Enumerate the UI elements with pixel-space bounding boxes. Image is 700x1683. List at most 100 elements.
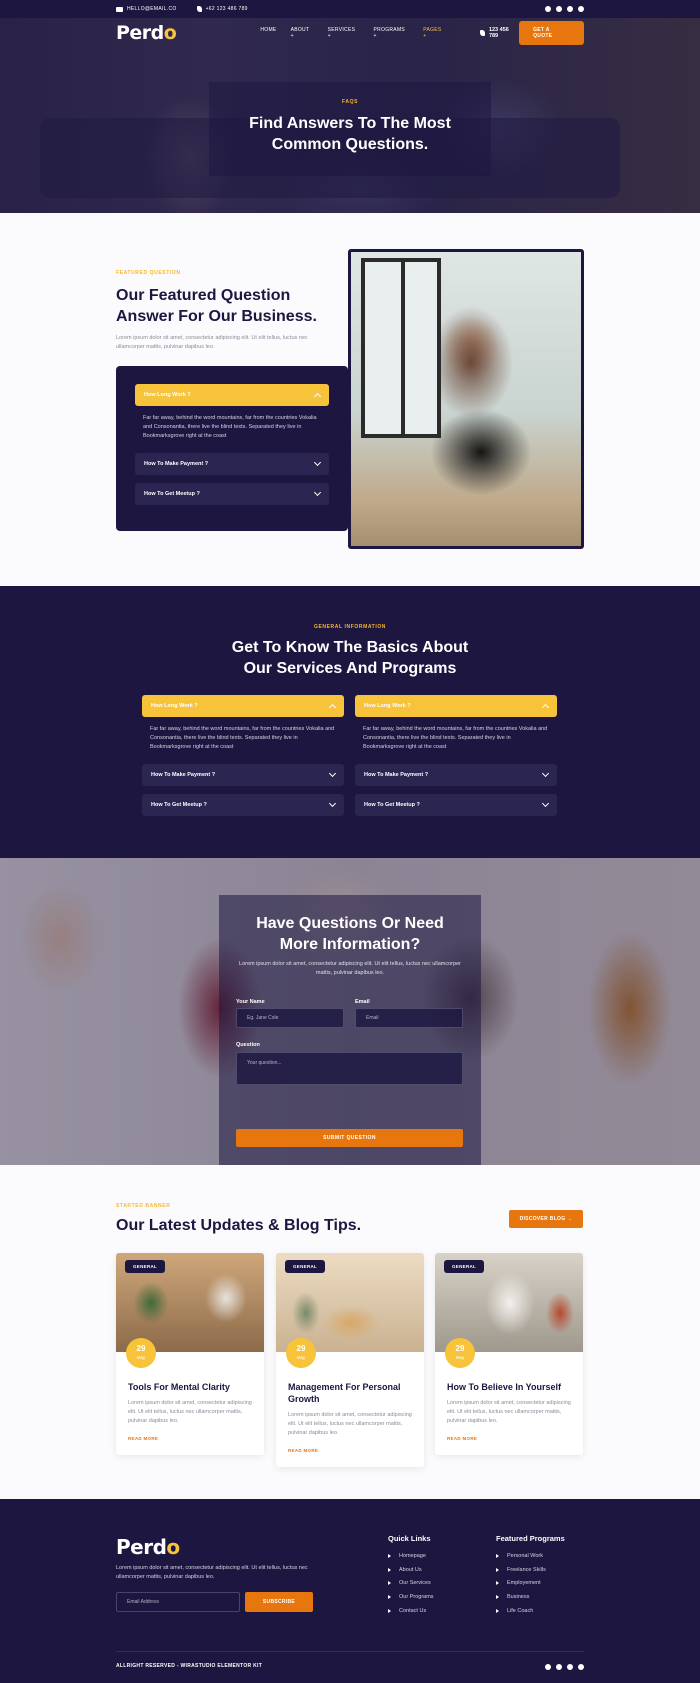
logo[interactable]: Perdo	[116, 22, 177, 44]
twitter-icon[interactable]	[556, 1664, 562, 1670]
twitter-icon[interactable]	[556, 6, 562, 12]
featured-programs: Featured Programs Personal Work Freelanc…	[496, 1534, 565, 1617]
get-quote-button[interactable]: GET A QUOTE	[519, 21, 584, 45]
chevron-up-icon	[328, 703, 337, 712]
nav-item-programs[interactable]: PROGRAMS +	[373, 27, 409, 39]
footer-link[interactable]: Contact Us	[388, 1604, 434, 1618]
faq-question-text: How To Get Meetup ?	[151, 802, 207, 808]
blog-date-day: 29	[455, 1344, 465, 1353]
faq-question[interactable]: How To Get Meetup ?	[355, 794, 557, 816]
footer-link[interactable]: Business	[496, 1590, 565, 1604]
hero-box: FAQS Find Answers To The Most Common Que…	[209, 82, 491, 176]
footer-divider	[116, 1651, 584, 1652]
youtube-icon[interactable]	[567, 6, 573, 12]
blog-tag[interactable]: GENERAL	[285, 1260, 326, 1273]
blog-date-badge: 29 May	[286, 1338, 316, 1368]
topbar-phone-text: +62 123 486 789	[205, 6, 248, 12]
featured-accordion: How Long Work ? Far far away, behind the…	[116, 366, 348, 531]
photo-window	[361, 258, 441, 438]
blog-tag[interactable]: GENERAL	[444, 1260, 485, 1273]
faq-question-text: How To Make Payment ?	[144, 461, 209, 467]
pinterest-icon[interactable]	[578, 6, 584, 12]
blog-card-title[interactable]: How To Believe In Yourself	[447, 1381, 571, 1393]
blog-card-title[interactable]: Management For Personal Growth	[288, 1381, 412, 1405]
faq-question[interactable]: How To Make Payment ?	[135, 453, 329, 475]
read-more-link[interactable]: READ MORE	[447, 1436, 571, 1441]
nav-item-home[interactable]: HOME	[260, 27, 276, 39]
footer-link[interactable]: Homepage	[388, 1549, 434, 1563]
blog-card[interactable]: GENERAL 29 May Tools For Mental Clarity L…	[116, 1253, 264, 1455]
pinterest-icon[interactable]	[578, 1664, 584, 1670]
contact-title-line: More Information?	[279, 936, 421, 953]
chevron-down-icon	[328, 799, 337, 808]
blog-image: GENERAL 29 May	[116, 1253, 264, 1368]
read-more-link[interactable]: READ MORE	[128, 1436, 252, 1441]
general-eyebrow: GENERAL INFORMATION	[313, 624, 387, 630]
footer-link[interactable]: Personal Work	[496, 1549, 565, 1563]
faq-item: How Long Work ? Far far away, behind the…	[135, 384, 329, 445]
email-input[interactable]: Email	[355, 1008, 463, 1028]
footer-link[interactable]: About Us	[388, 1563, 434, 1577]
facebook-icon[interactable]	[545, 6, 551, 12]
blog-tag[interactable]: GENERAL	[125, 1260, 166, 1273]
blog-card[interactable]: GENERAL 29 May How To Believe In Yourself…	[435, 1253, 583, 1455]
faq-item: How To Make Payment ?	[355, 764, 557, 786]
faq-answer: Far far away, behind the word mountains,…	[143, 415, 317, 439]
blog-section: STARTED BANNER Our Latest Updates & Blog…	[0, 1165, 700, 1499]
faq-question[interactable]: How Long Work ?	[135, 384, 329, 406]
footer-link[interactable]: Life Coach	[496, 1604, 565, 1618]
footer-text: Lorem ipsum dolor sit amet, consectetur …	[116, 1565, 308, 1580]
question-textarea[interactable]: Your question...	[236, 1052, 463, 1085]
contact-form: Have Questions Or Need More Information?…	[219, 895, 481, 1165]
footer-link[interactable]: Employement	[496, 1576, 565, 1590]
facebook-icon[interactable]	[545, 1664, 551, 1670]
hero-title-line: Common Questions.	[271, 136, 429, 153]
footer-logo[interactable]: Perdo	[116, 1535, 180, 1559]
chevron-up-icon	[313, 392, 322, 401]
hero: Perdo HOME ABOUT + SERVICES + PROGRAMS +…	[0, 18, 700, 213]
faq-question[interactable]: How To Make Payment ?	[142, 764, 344, 786]
footer-link[interactable]: Our Programs	[388, 1590, 434, 1604]
newsletter-email-input[interactable]: Email Address	[116, 1592, 240, 1612]
subscribe-button[interactable]: SUBSCRIBE	[245, 1592, 313, 1612]
logo-text: Perd	[116, 22, 164, 44]
faq-question[interactable]: How To Make Payment ?	[355, 764, 557, 786]
name-input[interactable]: Eg. Jane Cole	[236, 1008, 344, 1028]
faq-question[interactable]: How To Get Meetup ?	[135, 483, 329, 505]
name-label: Your Name	[236, 999, 265, 1005]
chevron-down-icon	[313, 458, 322, 467]
faq-question[interactable]: How To Get Meetup ?	[142, 794, 344, 816]
faq-question[interactable]: How Long Work ?	[142, 695, 344, 717]
quick-links-title: Quick Links	[388, 1534, 431, 1543]
blog-date-month: May	[455, 1355, 465, 1360]
blog-card-title[interactable]: Tools For Mental Clarity	[128, 1381, 252, 1393]
topbar-email[interactable]: HELLO@EMAIL.CO	[116, 6, 177, 12]
blog-card[interactable]: GENERAL 29 May Management For Personal Gr…	[276, 1253, 424, 1467]
topbar-phone[interactable]: +62 123 486 789	[196, 6, 248, 12]
featured-eyebrow: FEATURED QUESTION	[116, 270, 181, 276]
nav-phone[interactable]: 123 456 789	[480, 27, 519, 39]
contact-title: Have Questions Or Need More Information?	[219, 913, 481, 955]
discover-blog-button[interactable]: DISCOVER BLOG →	[509, 1210, 583, 1228]
topbar: HELLO@EMAIL.CO +62 123 486 789	[0, 0, 700, 18]
general-title-line: Get To Know The Basics About	[231, 639, 469, 656]
featured-section: FEATURED QUESTION Our Featured Question …	[0, 213, 700, 586]
faq-question-text: How To Make Payment ?	[364, 772, 429, 778]
faq-question[interactable]: How Long Work ?	[355, 695, 557, 717]
blog-title: Our Latest Updates & Blog Tips.	[116, 1217, 362, 1234]
nav-item-pages[interactable]: PAGES +	[423, 27, 446, 39]
nav-item-services[interactable]: SERVICES +	[328, 27, 360, 39]
nav-menu: HOME ABOUT + SERVICES + PROGRAMS + PAGES…	[260, 27, 446, 39]
nav-phone-text: 123 456 789	[488, 27, 509, 39]
faq-answer: Far far away, behind the word mountains,…	[150, 726, 335, 750]
nav-item-about[interactable]: ABOUT +	[291, 27, 314, 39]
topbar-socials	[545, 6, 584, 12]
footer-link[interactable]: Freelance Skills	[496, 1563, 565, 1577]
submit-question-button[interactable]: SUBMIT QUESTION	[236, 1129, 463, 1147]
faq-column-right: How Long Work ? Far far away, behind the…	[355, 695, 557, 824]
read-more-link[interactable]: READ MORE	[288, 1448, 412, 1453]
footer-link[interactable]: Our Services	[388, 1576, 434, 1590]
youtube-icon[interactable]	[567, 1664, 573, 1670]
faq-question-text: How Long Work ?	[364, 703, 411, 709]
faq-question-text: How To Make Payment ?	[151, 772, 216, 778]
